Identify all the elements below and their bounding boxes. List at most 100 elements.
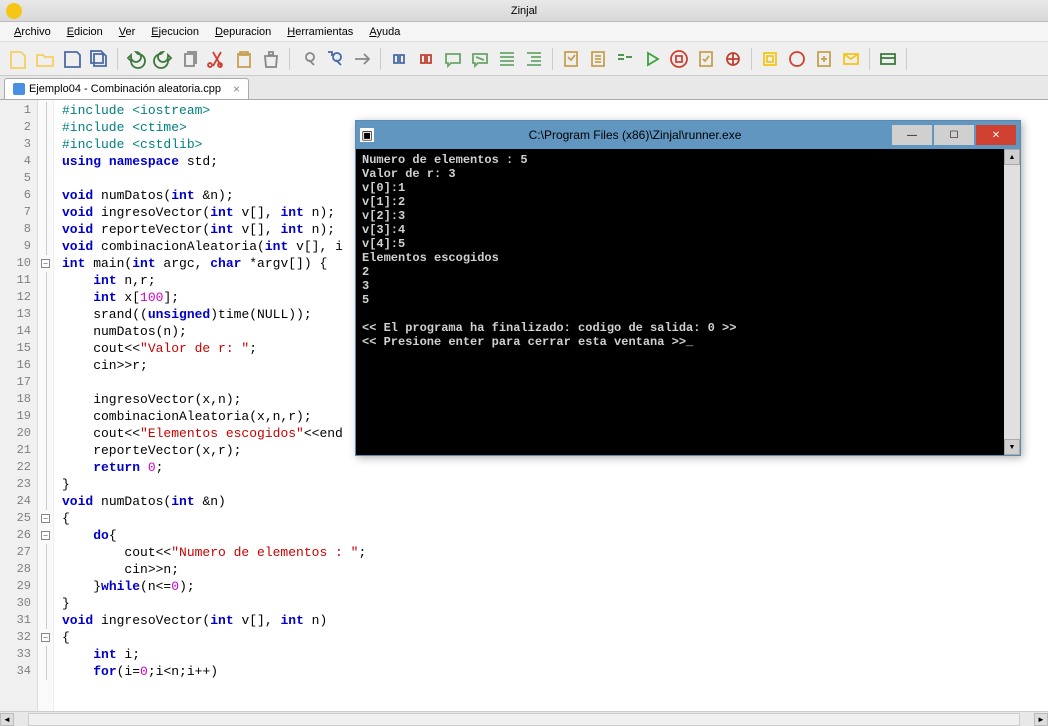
comment-icon[interactable] — [441, 47, 465, 71]
console-close-button[interactable]: ✕ — [976, 125, 1016, 145]
compile-icon[interactable] — [559, 47, 583, 71]
code-line[interactable]: void numDatos(int &n) — [62, 493, 1040, 510]
scroll-track[interactable] — [28, 713, 1020, 726]
code-line[interactable]: return 0; — [62, 459, 1040, 476]
fold-column[interactable]: −−−− — [38, 100, 54, 711]
fold-marker[interactable]: − — [38, 527, 53, 544]
menu-herramientas[interactable]: Herramientas — [281, 24, 359, 40]
fold-marker[interactable] — [38, 391, 53, 408]
menu-ver[interactable]: Ver — [113, 24, 142, 40]
fold-marker[interactable] — [38, 663, 53, 680]
fold-marker[interactable]: − — [38, 255, 53, 272]
check-icon[interactable] — [694, 47, 718, 71]
fold-marker[interactable] — [38, 646, 53, 663]
fold-marker[interactable]: − — [38, 629, 53, 646]
fold-marker[interactable] — [38, 459, 53, 476]
debug-icon[interactable] — [721, 47, 745, 71]
code-line[interactable]: { — [62, 629, 1040, 646]
unindent-icon[interactable] — [522, 47, 546, 71]
fold-marker[interactable] — [38, 238, 53, 255]
tools-icon[interactable] — [758, 47, 782, 71]
fold-marker[interactable] — [38, 408, 53, 425]
code-line[interactable]: int i; — [62, 646, 1040, 663]
build-icon[interactable] — [586, 47, 610, 71]
binoculars-icon[interactable] — [387, 47, 411, 71]
tab-close-icon[interactable]: × — [233, 82, 240, 96]
fold-marker[interactable] — [38, 476, 53, 493]
fold-marker[interactable] — [38, 374, 53, 391]
menu-ayuda[interactable]: Ayuda — [363, 24, 406, 40]
save-icon[interactable] — [60, 47, 84, 71]
paste-icon[interactable] — [232, 47, 256, 71]
menu-archivo[interactable]: Archivo — [8, 24, 57, 40]
scroll-left-arrow-icon[interactable]: ◄ — [0, 713, 14, 726]
code-line[interactable]: for(i=0;i<n;i++) — [62, 663, 1040, 680]
fold-marker[interactable] — [38, 204, 53, 221]
fold-marker[interactable] — [38, 357, 53, 374]
redo-icon[interactable] — [151, 47, 175, 71]
code-line[interactable]: cout<<"Numero de elementos : "; — [62, 544, 1040, 561]
fold-marker[interactable]: − — [38, 510, 53, 527]
console-scrollbar[interactable]: ▲ ▼ — [1004, 149, 1020, 455]
io-icon[interactable] — [613, 47, 637, 71]
fold-marker[interactable] — [38, 612, 53, 629]
fold-marker[interactable] — [38, 187, 53, 204]
scroll-track-v[interactable] — [1004, 165, 1020, 439]
find-icon[interactable] — [296, 47, 320, 71]
fold-marker[interactable] — [38, 221, 53, 238]
code-line[interactable]: do{ — [62, 527, 1040, 544]
fold-marker[interactable] — [38, 136, 53, 153]
fold-marker[interactable] — [38, 561, 53, 578]
menu-ejecucion[interactable]: Ejecucion — [145, 24, 205, 40]
console-minimize-button[interactable]: — — [892, 125, 932, 145]
fold-marker[interactable] — [38, 544, 53, 561]
code-line[interactable]: void ingresoVector(int v[], int n) — [62, 612, 1040, 629]
console-window[interactable]: ▣ C:\Program Files (x86)\Zinjal\runner.e… — [355, 120, 1021, 456]
menu-edicion[interactable]: Edicion — [61, 24, 109, 40]
fold-marker[interactable] — [38, 289, 53, 306]
fold-marker[interactable] — [38, 102, 53, 119]
fold-marker[interactable] — [38, 442, 53, 459]
replace-icon[interactable] — [323, 47, 347, 71]
fold-marker[interactable] — [38, 340, 53, 357]
delete-icon[interactable] — [259, 47, 283, 71]
undo-icon[interactable] — [124, 47, 148, 71]
scroll-right-arrow-icon[interactable]: ► — [1034, 713, 1048, 726]
console-titlebar[interactable]: ▣ C:\Program Files (x86)\Zinjal\runner.e… — [356, 121, 1020, 149]
open-file-icon[interactable] — [33, 47, 57, 71]
step-icon[interactable] — [812, 47, 836, 71]
code-line[interactable]: } — [62, 476, 1040, 493]
run-icon[interactable] — [640, 47, 664, 71]
fold-marker[interactable] — [38, 119, 53, 136]
console-output[interactable]: Numero de elementos : 5 Valor de r: 3 v[… — [356, 149, 1020, 455]
copy-icon[interactable] — [178, 47, 202, 71]
fold-marker[interactable] — [38, 493, 53, 510]
fold-marker[interactable] — [38, 578, 53, 595]
fold-marker[interactable] — [38, 425, 53, 442]
code-line[interactable]: cin>>n; — [62, 561, 1040, 578]
save-all-icon[interactable] — [87, 47, 111, 71]
code-line[interactable]: }while(n<=0); — [62, 578, 1040, 595]
uncomment-icon[interactable] — [468, 47, 492, 71]
scroll-up-arrow-icon[interactable]: ▲ — [1004, 149, 1020, 165]
horizontal-scrollbar[interactable]: ◄ ► — [0, 711, 1048, 726]
cut-icon[interactable] — [205, 47, 229, 71]
fold-marker[interactable] — [38, 272, 53, 289]
code-line[interactable]: { — [62, 510, 1040, 527]
indent-icon[interactable] — [495, 47, 519, 71]
console-maximize-button[interactable]: ☐ — [934, 125, 974, 145]
code-line[interactable]: #include <iostream> — [62, 102, 1040, 119]
stop-icon[interactable] — [667, 47, 691, 71]
new-file-icon[interactable] — [6, 47, 30, 71]
mail-icon[interactable] — [839, 47, 863, 71]
fold-marker[interactable] — [38, 595, 53, 612]
binoculars-red-icon[interactable] — [414, 47, 438, 71]
breakpoint-icon[interactable] — [785, 47, 809, 71]
fold-marker[interactable] — [38, 153, 53, 170]
code-line[interactable]: } — [62, 595, 1040, 612]
goto-icon[interactable] — [350, 47, 374, 71]
scroll-down-arrow-icon[interactable]: ▼ — [1004, 439, 1020, 455]
menu-depuracion[interactable]: Depuracion — [209, 24, 277, 40]
fold-marker[interactable] — [38, 323, 53, 340]
fold-marker[interactable] — [38, 306, 53, 323]
